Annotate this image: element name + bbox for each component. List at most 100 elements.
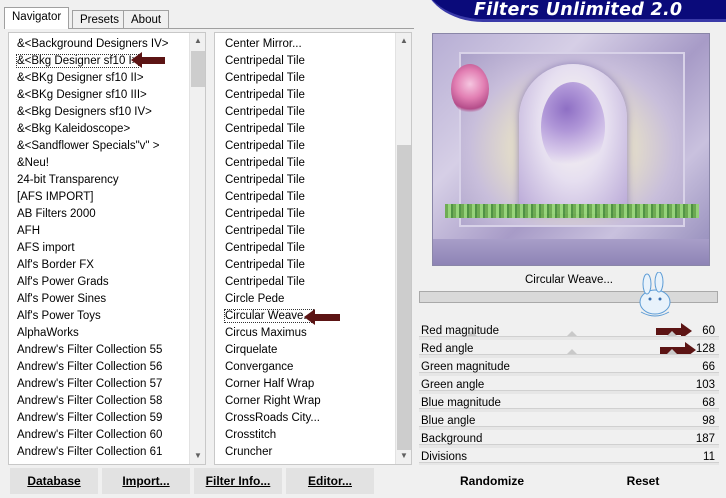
list-item-label: Andrew's Filter Collection 58 — [17, 395, 163, 407]
filter-item[interactable]: Cirquelate — [215, 342, 395, 359]
list-item-label: Centripedal Tile — [225, 276, 305, 288]
category-item[interactable]: &<Sandflower Specials"v" > — [9, 138, 189, 155]
category-item[interactable]: Andrew's Filter Collection 61 — [9, 444, 189, 461]
category-items: &<Background Designers IV> &<Bkg Designer… — [9, 36, 189, 461]
list-item-label: Andrew's Filter Collection 55 — [17, 344, 163, 356]
filter-item[interactable]: Corner Right Wrap — [215, 393, 395, 410]
filter-list[interactable]: Center Mirror... Centripedal Tile Centripe… — [214, 32, 412, 465]
randomize-button[interactable]: Randomize — [420, 468, 564, 494]
tab-navigator[interactable]: Navigator — [4, 7, 70, 29]
category-item[interactable]: Alf's Power Sines — [9, 291, 189, 308]
filter-item[interactable]: CrossRoads City... — [215, 410, 395, 427]
filter-item[interactable]: Centripedal Tile — [215, 87, 395, 104]
category-item[interactable]: Andrew's Filter Collection 55 — [9, 342, 189, 359]
scroll-up-icon[interactable]: ▲ — [396, 33, 411, 49]
filter-item[interactable]: Centripedal Tile — [215, 138, 395, 155]
scroll-thumb[interactable] — [191, 51, 205, 87]
editor-button[interactable]: Editor... — [286, 468, 374, 494]
list-item-label: AFS import — [17, 242, 75, 254]
bunny-watermark-icon — [639, 272, 671, 317]
list-item-label: [AFS IMPORT] — [17, 191, 94, 203]
filter-item[interactable]: Centripedal Tile — [215, 257, 395, 274]
scroll-down-icon[interactable]: ▼ — [396, 448, 411, 464]
param-red-magnitude[interactable]: Red magnitude 60 — [419, 322, 719, 340]
category-item[interactable]: &<BKg Designer sf10 II> — [9, 70, 189, 87]
category-item[interactable]: Andrew's Filter Collection 59 — [9, 410, 189, 427]
filter-item[interactable]: Circus Maximus — [215, 325, 395, 342]
filter-item[interactable]: Center Mirror... — [215, 36, 395, 53]
filter-item[interactable]: Corner Half Wrap — [215, 376, 395, 393]
category-item[interactable]: Alf's Power Grads — [9, 274, 189, 291]
param-blue-angle[interactable]: Blue angle 98 — [419, 412, 719, 430]
database-button[interactable]: Database — [10, 468, 98, 494]
param-green-magnitude[interactable]: Green magnitude 66 — [419, 358, 719, 376]
list-item-label: Andrew's Filter Collection 61 — [17, 446, 163, 458]
category-list[interactable]: &<Background Designers IV> &<Bkg Designer… — [8, 32, 206, 465]
arrow-marker-icon — [131, 52, 165, 68]
list-item-label: Circle Pede — [225, 293, 285, 305]
list-item-label: Convergance — [225, 361, 294, 373]
filter-scrollbar[interactable]: ▲ ▼ — [395, 33, 411, 464]
filter-item[interactable]: Centripedal Tile — [215, 121, 395, 138]
filter-item[interactable]: Centripedal Tile — [215, 240, 395, 257]
tab-presets[interactable]: Presets — [72, 10, 127, 29]
import-button[interactable]: Import... — [102, 468, 190, 494]
category-item[interactable]: AB Filters 2000 — [9, 206, 189, 223]
category-item[interactable]: Alf's Power Toys — [9, 308, 189, 325]
preview-bottom-strip — [433, 239, 709, 265]
scroll-down-icon[interactable]: ▼ — [190, 448, 205, 464]
category-item[interactable]: AFS import — [9, 240, 189, 257]
filter-item[interactable]: Centripedal Tile — [215, 70, 395, 87]
filter-info-button[interactable]: Filter Info... — [194, 468, 282, 494]
list-item-label: Alf's Power Grads — [17, 276, 109, 288]
filter-item[interactable]: Circle Pede — [215, 291, 395, 308]
category-item[interactable]: &<BKg Designer sf10 III> — [9, 87, 189, 104]
category-item[interactable]: Andrew's Filter Collection 60 — [9, 427, 189, 444]
param-blue-magnitude[interactable]: Blue magnitude 68 — [419, 394, 719, 412]
category-item[interactable]: AlphaWorks — [9, 325, 189, 342]
list-item-label: &<Bkg Designer sf10 I> — [15, 54, 140, 68]
param-divisions[interactable]: Divisions 11 — [419, 448, 719, 465]
category-item[interactable]: &<Bkg Kaleidoscope> — [9, 121, 189, 138]
bottom-toolbar: Database Import... Filter Info... Editor… — [8, 468, 718, 494]
list-item-label: Centripedal Tile — [225, 123, 305, 135]
filter-item[interactable]: Centripedal Tile — [215, 223, 395, 240]
filter-item[interactable]: Centripedal Tile — [215, 206, 395, 223]
list-item-label: Alf's Border FX — [17, 259, 94, 271]
filter-item[interactable]: Centripedal Tile — [215, 155, 395, 172]
param-green-angle[interactable]: Green angle 103 — [419, 376, 719, 394]
category-item[interactable]: 24-bit Transparency — [9, 172, 189, 189]
category-item[interactable]: &<Background Designers IV> — [9, 36, 189, 53]
scroll-thumb[interactable] — [397, 145, 411, 450]
list-item-label: &<BKg Designer sf10 III> — [17, 89, 147, 101]
filter-item[interactable]: Crosstitch — [215, 427, 395, 444]
category-scrollbar[interactable]: ▲ ▼ — [189, 33, 205, 464]
reset-button[interactable]: Reset — [568, 468, 718, 494]
filter-item[interactable]: Centripedal Tile — [215, 53, 395, 70]
tab-about[interactable]: About — [123, 10, 170, 29]
list-item-label: &<BKg Designer sf10 II> — [17, 72, 144, 84]
filter-item[interactable]: Centripedal Tile — [215, 189, 395, 206]
list-item-label: &<Bkg Kaleidoscope> — [17, 123, 131, 135]
filter-item[interactable]: Centripedal Tile — [215, 172, 395, 189]
filter-item[interactable]: Centripedal Tile — [215, 104, 395, 121]
list-item-label: Corner Half Wrap — [225, 378, 315, 390]
list-item-label: 24-bit Transparency — [17, 174, 119, 186]
param-red-angle[interactable]: Red angle 128 — [419, 340, 719, 358]
category-item[interactable]: Andrew's Filter Collection 56 — [9, 359, 189, 376]
filter-item[interactable]: Convergance — [215, 359, 395, 376]
filter-item[interactable]: Centripedal Tile — [215, 274, 395, 291]
param-background[interactable]: Background 187 — [419, 430, 719, 448]
scroll-up-icon[interactable]: ▲ — [190, 33, 205, 49]
category-item[interactable]: Andrew's Filter Collection 58 — [9, 393, 189, 410]
category-item[interactable]: Andrew's Filter Collection 57 — [9, 376, 189, 393]
list-item-label: Centripedal Tile — [225, 106, 305, 118]
category-item[interactable]: [AFS IMPORT] — [9, 189, 189, 206]
preview-orchid — [451, 64, 489, 114]
category-item[interactable]: &<Bkg Designers sf10 IV> — [9, 104, 189, 121]
category-item[interactable]: Alf's Border FX — [9, 257, 189, 274]
category-item[interactable]: &Neu! — [9, 155, 189, 172]
filter-item[interactable]: Cruncher — [215, 444, 395, 461]
category-item[interactable]: AFH — [9, 223, 189, 240]
list-item-label: Corner Right Wrap — [225, 395, 321, 407]
